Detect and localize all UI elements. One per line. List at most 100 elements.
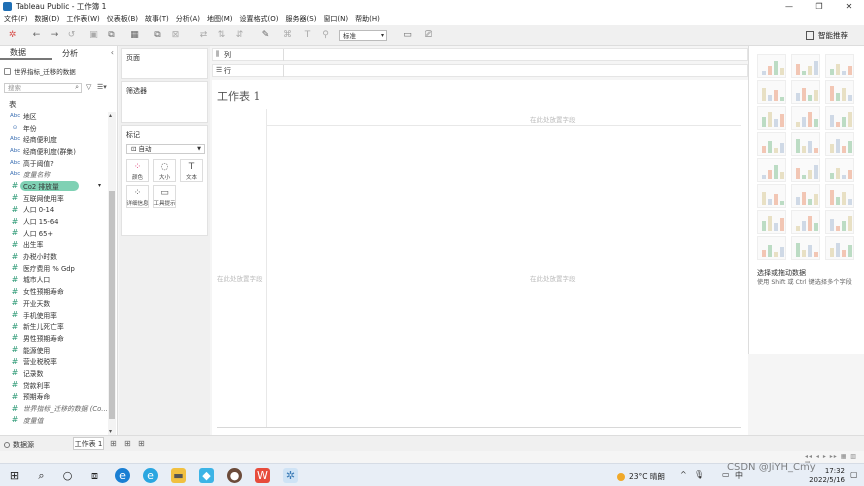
menu-analysis[interactable]: 分析(A) <box>176 14 200 24</box>
filters-card[interactable]: 筛选器 <box>121 81 208 123</box>
menu-window[interactable]: 窗口(N) <box>323 14 348 24</box>
scatter-plot-thumbnail[interactable] <box>757 210 786 234</box>
tab-data[interactable]: 数据 <box>0 46 52 60</box>
field-item[interactable]: # 世界指标_迁移的数据 (Co... <box>0 402 108 414</box>
treemap-thumbnail[interactable] <box>757 132 786 156</box>
task-view-icon[interactable]: ⧈ <box>87 468 102 483</box>
bullet-graph-thumbnail[interactable] <box>791 236 820 260</box>
menu-server[interactable]: 服务器(S) <box>286 14 317 24</box>
highlight-table-thumbnail[interactable] <box>825 54 854 78</box>
wps-icon[interactable]: W <box>255 468 270 483</box>
highlight-icon[interactable]: ✎ <box>260 29 271 40</box>
menu-format[interactable]: 设置格式(O) <box>240 14 279 24</box>
notification-icon[interactable]: ▢ <box>850 470 858 479</box>
field-item[interactable]: # 营业税税率 <box>0 355 108 367</box>
show-me-button[interactable]: 智能推荐 <box>806 28 861 43</box>
new-worksheet-tab-icon[interactable]: ⊞ <box>110 439 117 448</box>
symbol-map-thumbnail[interactable] <box>757 80 786 104</box>
menu-data[interactable]: 数据(D) <box>35 14 60 24</box>
field-item[interactable]: # 人口 0-14 <box>0 204 108 216</box>
field-item[interactable]: # 男性预期寿命 <box>0 332 108 344</box>
group-icon[interactable]: ⌘ <box>282 29 293 40</box>
pin-icon[interactable]: ⚲ <box>320 29 331 40</box>
rows-shelf[interactable]: ☰ 行 <box>212 64 748 77</box>
filter-icon[interactable]: ▽ <box>86 83 91 91</box>
search-taskbar-icon[interactable]: ⌕ <box>34 468 49 483</box>
field-item[interactable]: # 互联网使用率 <box>0 192 108 204</box>
menu-map[interactable]: 地图(M) <box>207 14 233 24</box>
scroll-up-icon[interactable]: ▴ <box>109 112 112 119</box>
new-datasource-icon[interactable]: ⧉ <box>106 29 117 40</box>
field-item[interactable]: ⊙ 年份 <box>0 122 108 134</box>
horizontal-bars-thumbnail[interactable] <box>757 106 786 130</box>
sheet-tab-1[interactable]: 工作表 1 <box>73 437 104 450</box>
redo-icon[interactable]: → <box>49 29 60 40</box>
tooltip-button[interactable]: ▭ 工具提示 <box>153 185 176 208</box>
view-options-icon[interactable]: ☰▾ <box>97 83 107 91</box>
field-item[interactable]: # 办税小时数 <box>0 250 108 262</box>
size-button[interactable]: ◌ 大小 <box>153 159 176 182</box>
discrete-lines-thumbnail[interactable] <box>791 158 820 182</box>
field-item[interactable]: # 能源使用 <box>0 344 108 356</box>
stacked-bars-thumbnail[interactable] <box>791 106 820 130</box>
row-drop-zone[interactable]: 在此处放置字段 <box>217 273 263 283</box>
field-item[interactable]: # Co2 排放量 ▾ <box>0 180 108 192</box>
side-by-side-bars-thumbnail[interactable] <box>825 106 854 130</box>
tableau-taskbar-icon[interactable]: ✲ <box>283 468 298 483</box>
field-item[interactable]: # 城市人口 <box>0 274 108 286</box>
column-drop-zone[interactable]: 在此处放置字段 <box>530 114 576 124</box>
new-dashboard-tab-icon[interactable]: ⊞ <box>124 439 131 448</box>
tray-chevron-icon[interactable]: ^ <box>680 470 687 479</box>
app-icon-blue[interactable]: ◆ <box>199 468 214 483</box>
field-item[interactable]: # 手机使用率 <box>0 309 108 321</box>
minimize-button[interactable]: — <box>774 0 804 13</box>
scrollbar-thumb[interactable] <box>109 191 115 419</box>
field-item[interactable]: Abc 经商便利度(群集) <box>0 145 108 157</box>
menu-worksheet[interactable]: 工作表(W) <box>66 14 99 24</box>
pages-card[interactable]: 页面 <box>121 48 208 79</box>
field-item[interactable]: # 预期寿命 <box>0 391 108 403</box>
presentation-icon[interactable]: ▭ <box>402 29 413 40</box>
filled-map-thumbnail[interactable] <box>791 80 820 104</box>
field-item[interactable]: # 记录数 <box>0 367 108 379</box>
sort-desc-icon[interactable]: ⇵ <box>234 29 245 40</box>
heat-map-thumbnail[interactable] <box>791 54 820 78</box>
sheet-title[interactable]: 工作表 1 <box>217 88 261 104</box>
field-item[interactable]: # 人口 15-64 <box>0 215 108 227</box>
tableau-logo-icon[interactable]: ✲ <box>7 29 18 40</box>
columns-shelf[interactable]: ⫼ 列 <box>212 48 748 61</box>
field-item[interactable]: # 开业天数 <box>0 297 108 309</box>
sort-asc-icon[interactable]: ⇅ <box>216 29 227 40</box>
field-item[interactable]: # 出生率 <box>0 239 108 251</box>
continuous-lines-thumbnail[interactable] <box>757 158 786 182</box>
menu-story[interactable]: 故事(T) <box>145 14 169 24</box>
packed-bubbles-thumbnail[interactable] <box>825 236 854 260</box>
fit-dropdown[interactable]: 标准 ▾ <box>339 30 387 41</box>
marks-type-dropdown[interactable]: ⊡ 自动 ▼ <box>126 144 205 154</box>
datasource-item[interactable]: 世界指标_迁移的数据 <box>4 66 114 76</box>
cortana-icon[interactable]: ○ <box>60 468 75 483</box>
menu-file[interactable]: 文件(F) <box>4 14 28 24</box>
weather-widget[interactable]: 23°C 晴朗 <box>617 471 665 482</box>
replay-icon[interactable]: ↺ <box>66 29 77 40</box>
tab-analysis[interactable]: 分析 <box>52 46 104 60</box>
clear-sheet-icon[interactable]: ⊠ <box>170 29 181 40</box>
chevron-down-icon[interactable]: ▾ <box>98 182 101 189</box>
text-table-thumbnail[interactable] <box>757 54 786 78</box>
new-worksheet-icon[interactable]: ▦ <box>129 29 140 40</box>
field-item[interactable]: Abc 地区 <box>0 110 108 122</box>
circle-views-thumbnail[interactable] <box>791 132 820 156</box>
color-button[interactable]: ⁘ 颜色 <box>126 159 149 182</box>
menu-dashboard[interactable]: 仪表板(B) <box>107 14 138 24</box>
gantt-chart-thumbnail[interactable] <box>757 236 786 260</box>
side-by-side-circles-thumbnail[interactable] <box>825 132 854 156</box>
detail-button[interactable]: ⁘ 详细信息 <box>126 185 149 208</box>
dual-lines-thumbnail[interactable] <box>825 158 854 182</box>
duplicate-icon[interactable]: ⧉ <box>152 29 163 40</box>
pie-chart-thumbnail[interactable] <box>825 80 854 104</box>
box-whisker-thumbnail[interactable] <box>825 210 854 234</box>
microphone-icon[interactable]: 🎙 <box>694 470 704 479</box>
file-explorer-icon[interactable]: ▬ <box>171 468 186 483</box>
collapse-pane-icon[interactable]: ‹ <box>111 48 114 57</box>
view-drop-zone[interactable]: 在此处放置字段 <box>530 273 576 283</box>
